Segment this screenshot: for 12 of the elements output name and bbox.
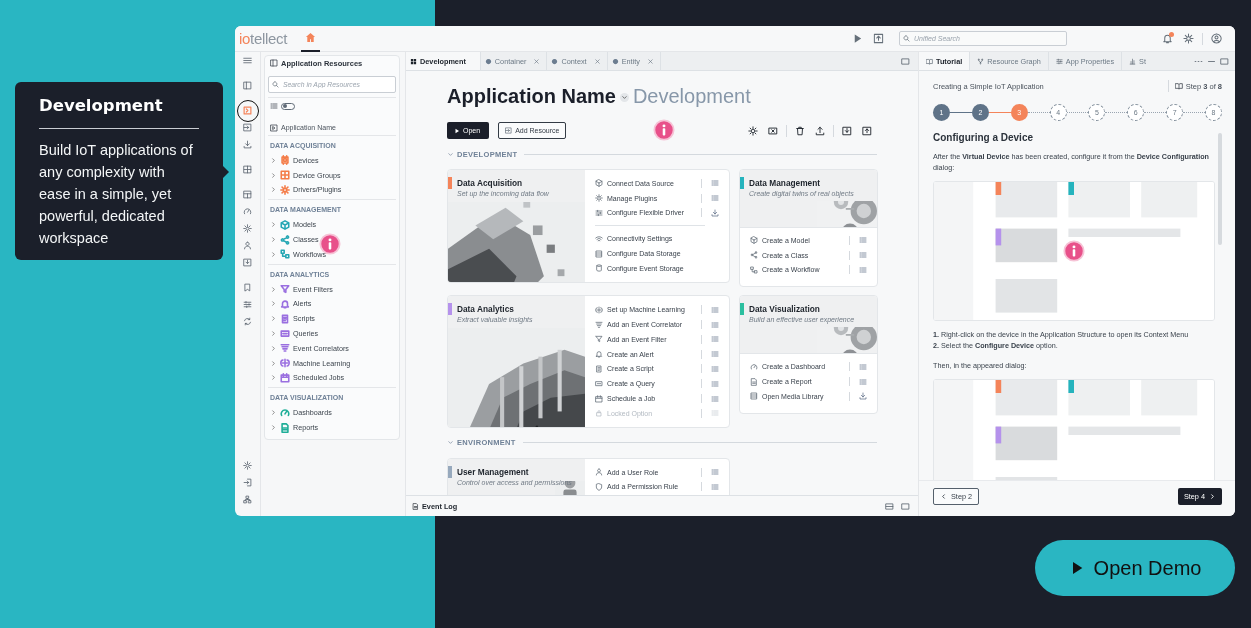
logo: iotellect	[239, 30, 288, 47]
card-title: Data Visualization	[749, 303, 821, 316]
card-title: Data Management	[749, 177, 821, 189]
card-title: Data Analytics	[457, 303, 515, 316]
open-demo-button[interactable]: Open Demo	[1035, 540, 1235, 596]
tooltip-text: Build IoT applications of any complexity with ease in a simple, yet powerful, dedicated workspace	[39, 141, 194, 248]
card-title: Data Acquisition	[457, 177, 524, 189]
page-subtitle: Development	[632, 84, 751, 108]
step-heading: Configuring a Device	[933, 132, 1034, 143]
card-title: User Management	[457, 465, 530, 478]
tooltip-title: Development	[39, 95, 164, 117]
page-title: Application Name	[447, 84, 616, 108]
